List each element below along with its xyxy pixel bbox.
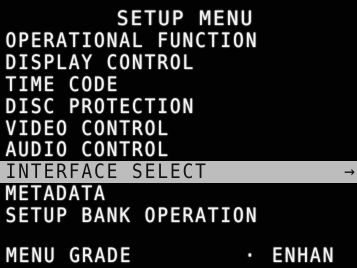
submenu-arrow-icon: → <box>344 161 355 182</box>
menu-grade-label: MENU GRADE <box>6 244 133 267</box>
menu-grade-row[interactable]: MENU GRADE · ENHAN <box>0 245 357 267</box>
menu-item-audio-control[interactable]: AUDIO CONTROL <box>0 139 170 161</box>
menu-item-setup-bank-operation[interactable]: SETUP BANK OPERATION <box>0 205 258 227</box>
menu-item-video-control[interactable]: VIDEO CONTROL <box>0 118 170 140</box>
menu-item-metadata[interactable]: METADATA <box>0 183 107 205</box>
menu-item-operational-function[interactable]: OPERATIONAL FUNCTION <box>0 30 258 52</box>
setup-menu-screen: SETUP MENU OPERATIONAL FUNCTION DISPLAY … <box>0 0 357 268</box>
menu-grade-separator: · <box>244 244 256 267</box>
menu-item-display-control[interactable]: DISPLAY CONTROL <box>0 52 195 74</box>
menu-item-interface-select[interactable]: INTERFACE SELECT <box>0 161 208 183</box>
menu-grade-value[interactable]: ENHAN <box>272 245 335 267</box>
menu-item-disc-protection[interactable]: DISC PROTECTION <box>0 96 195 118</box>
menu-item-time-code[interactable]: TIME CODE <box>0 74 119 96</box>
menu-title: SETUP MENU <box>116 7 255 30</box>
